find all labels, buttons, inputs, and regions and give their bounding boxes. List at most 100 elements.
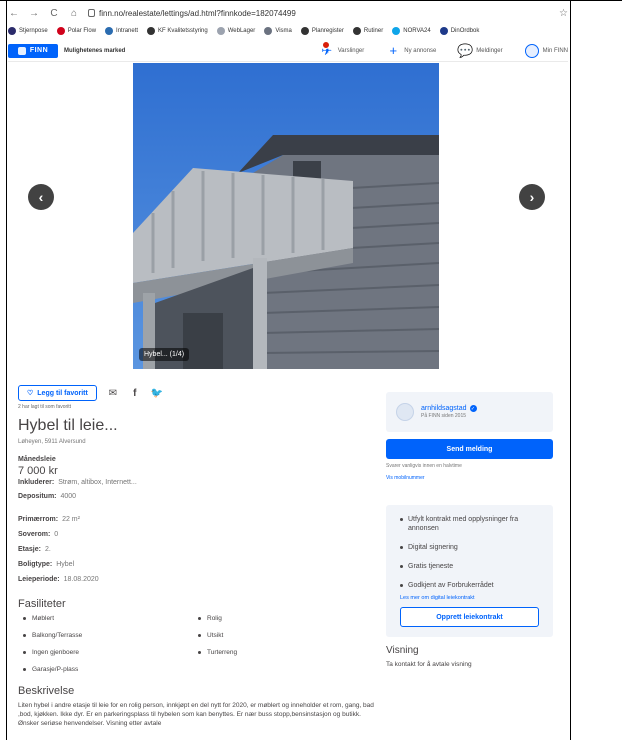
bookmark-label: NORVA24 (403, 28, 431, 34)
bullet-icon (23, 668, 26, 671)
back-icon[interactable]: ← (8, 7, 20, 19)
seller-name: arnhildsagstad (421, 405, 467, 412)
plus-icon: + (389, 43, 398, 58)
floor-row: Etasje: 2. (18, 546, 51, 553)
seller-since: På FINN siden 2015 (421, 413, 467, 419)
bookmark-star-icon[interactable]: ☆ (559, 8, 568, 19)
facilities-heading: Fasiliteter (18, 598, 66, 610)
bookmark-icon (147, 27, 156, 35)
deposit-value: 4000 (60, 493, 77, 500)
bookmark-item[interactable]: WebLager (216, 27, 255, 35)
seller-card: arnhildsagstad ✓ På FINN siden 2015 (386, 392, 553, 432)
deposit-label: Depositum: (18, 493, 57, 500)
bedrooms-value: 0 (54, 531, 59, 538)
facebook-share-icon[interactable]: f (129, 387, 141, 399)
frame-border (0, 0, 622, 1)
type-row: Boligtype: Hybel (18, 561, 74, 568)
area-label: Primærrom: (18, 516, 59, 523)
period-value: 18.08.2020 (63, 576, 99, 583)
email-share-icon[interactable]: ✉ (107, 387, 119, 399)
verified-icon: ✓ (469, 405, 477, 412)
bullet-icon (23, 651, 26, 654)
next-image-button[interactable]: › (519, 184, 545, 210)
bookmark-item[interactable]: Stjernpose (8, 27, 48, 35)
send-message-button[interactable]: Send melding (386, 439, 553, 459)
address-bar[interactable]: finn.no/realestate/lettings/ad.html?finn… (88, 9, 296, 18)
bookmark-label: Intranett (116, 28, 139, 34)
bookmark-label: Stjernpose (19, 28, 48, 34)
bookmark-item[interactable]: Rutiner (352, 27, 384, 35)
contract-info-link[interactable]: Les mer om digital leiekontrakt (400, 595, 475, 601)
frame-border (6, 0, 7, 740)
home-icon[interactable]: ⌂ (68, 7, 80, 19)
bookmark-item[interactable]: NORVA24 (392, 27, 431, 35)
bullet-icon (23, 634, 26, 637)
bullet-icon (198, 634, 201, 637)
nav-label: Ny annonse (404, 47, 437, 54)
price-value: 7 000 kr (18, 465, 58, 477)
facility-label: Balkong/Terrasse (32, 632, 83, 639)
bell-icon: ✈ (321, 40, 333, 58)
floor-label: Etasje: (18, 546, 41, 553)
favorite-label: Legg til favoritt (37, 389, 88, 397)
bookmark-item[interactable]: Visma (264, 27, 292, 35)
nav-label: Min FINN (542, 47, 568, 54)
bookmark-item[interactable]: Polar Flow (56, 27, 96, 35)
show-phone-link[interactable]: Vis mobilnummer (386, 475, 425, 481)
browser-toolbar: ← → C ⌂ finn.no/realestate/lettings/ad.h… (8, 4, 568, 22)
bookmark-label: KF Kvalitetsstyring (158, 28, 208, 34)
contract-feature-label: Utfylt kontrakt med opplysninger fra ann… (408, 516, 519, 532)
contract-feature-label: Gratis tjeneste (408, 563, 454, 570)
bookmark-label: Rutiner (363, 28, 384, 34)
period-row: Leieperiode: 18.08.2020 (18, 576, 99, 583)
bookmark-item[interactable]: KF Kvalitetsstyring (147, 27, 208, 35)
nav-label: Varslinger (337, 47, 365, 54)
listing-address: Løheyen, 5911 Alversund (18, 439, 86, 445)
add-favorite-button[interactable]: ♡ Legg til favoritt (18, 385, 97, 401)
url-text: finn.no/realestate/lettings/ad.html?finn… (99, 8, 296, 18)
image-gallery: ‹ › Hybel... (1/4) (8, 63, 568, 369)
bookmark-item[interactable]: Intranett (105, 27, 138, 35)
bookmark-label: Planregister (311, 28, 344, 34)
bookmark-icon (352, 27, 361, 35)
facility-label: Rolig (207, 615, 222, 622)
previous-image-button[interactable]: ‹ (28, 184, 54, 210)
lock-icon (88, 9, 95, 17)
site-header: FINN Mulighetenes marked ✈ Varslinger + … (8, 40, 568, 62)
bookmark-label: DinOrdbok (450, 28, 480, 34)
contract-feature-label: Digital signering (408, 544, 458, 551)
bookmark-icon (392, 27, 401, 35)
bookmark-icon (264, 27, 273, 35)
contract-feature: Digital signering (400, 543, 550, 552)
includes-label: Inkluderer: (18, 479, 55, 486)
nav-messages[interactable]: 💬 Meldinger (457, 42, 502, 58)
nav-my-finn[interactable]: Min FINN (524, 43, 568, 58)
reload-icon[interactable]: C (48, 7, 60, 19)
type-value: Hybel (56, 561, 75, 568)
twitter-share-icon[interactable]: 🐦 (151, 387, 163, 399)
seller-name-link[interactable]: arnhildsagstad ✓ (421, 405, 477, 412)
forward-icon[interactable]: → (28, 7, 40, 19)
facility-item: Rolig (193, 615, 338, 622)
bullet-icon (23, 617, 26, 620)
facility-label: Turterreng (207, 649, 238, 656)
floor-value: 2. (44, 546, 51, 553)
create-contract-button[interactable]: Opprett leiekontrakt (400, 607, 539, 627)
bookmark-item[interactable]: DinOrdbok (439, 27, 480, 35)
facility-item: Balkong/Terrasse (18, 632, 193, 639)
chat-icon: 💬 (457, 42, 474, 58)
nav-new-ad[interactable]: + Ny annonse (386, 43, 437, 58)
deposit-row: Depositum: 4000 (18, 493, 76, 500)
facility-item: Møblert (18, 615, 193, 622)
bookmark-item[interactable]: Planregister (300, 27, 344, 35)
nav-notifications[interactable]: ✈ Varslinger (320, 40, 365, 58)
facility-item: Turterreng (193, 649, 338, 656)
bookmark-icon (439, 27, 448, 35)
listing-photo[interactable] (133, 63, 439, 369)
facilities-list: Møblert Rolig Balkong/Terrasse Utsikt Ingen … (18, 615, 338, 673)
bookmark-icon (105, 27, 114, 35)
finn-logo[interactable]: FINN (8, 43, 58, 58)
site-tagline: Mulighetenes marked (64, 47, 126, 54)
browser-window: ← → C ⌂ finn.no/realestate/lettings/ad.h… (0, 0, 622, 740)
contract-features: Utfylt kontrakt med opplysninger fra ann… (400, 515, 550, 600)
